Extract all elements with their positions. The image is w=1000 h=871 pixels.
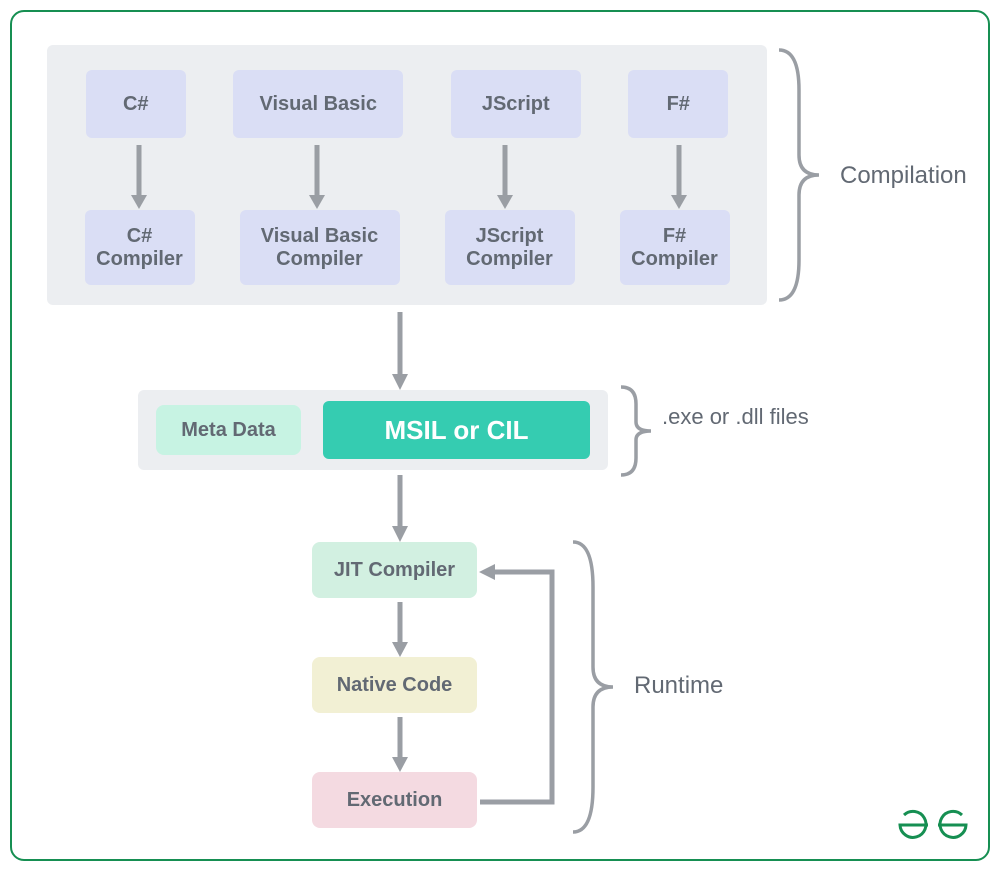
il-brace xyxy=(616,382,666,485)
lang-to-compiler-arrows xyxy=(47,45,767,305)
execution-box: Execution xyxy=(312,772,477,828)
diagram-frame: C# Visual Basic JScript F# C# Compiler V… xyxy=(10,10,990,861)
compilation-group: C# Visual Basic JScript F# C# Compiler V… xyxy=(47,45,767,305)
il-group: Meta Data MSIL or CIL xyxy=(138,390,608,470)
compilation-label: Compilation xyxy=(840,162,967,190)
msil-box: MSIL or CIL xyxy=(323,401,590,459)
runtime-brace xyxy=(568,537,628,842)
il-label: .exe or .dll files xyxy=(662,404,809,430)
jit-box: JIT Compiler xyxy=(312,542,477,598)
runtime-label: Runtime xyxy=(634,672,723,700)
metadata-box: Meta Data xyxy=(156,405,301,455)
native-box: Native Code xyxy=(312,657,477,713)
compilation-brace xyxy=(774,45,834,310)
geeksforgeeks-logo xyxy=(896,808,970,847)
